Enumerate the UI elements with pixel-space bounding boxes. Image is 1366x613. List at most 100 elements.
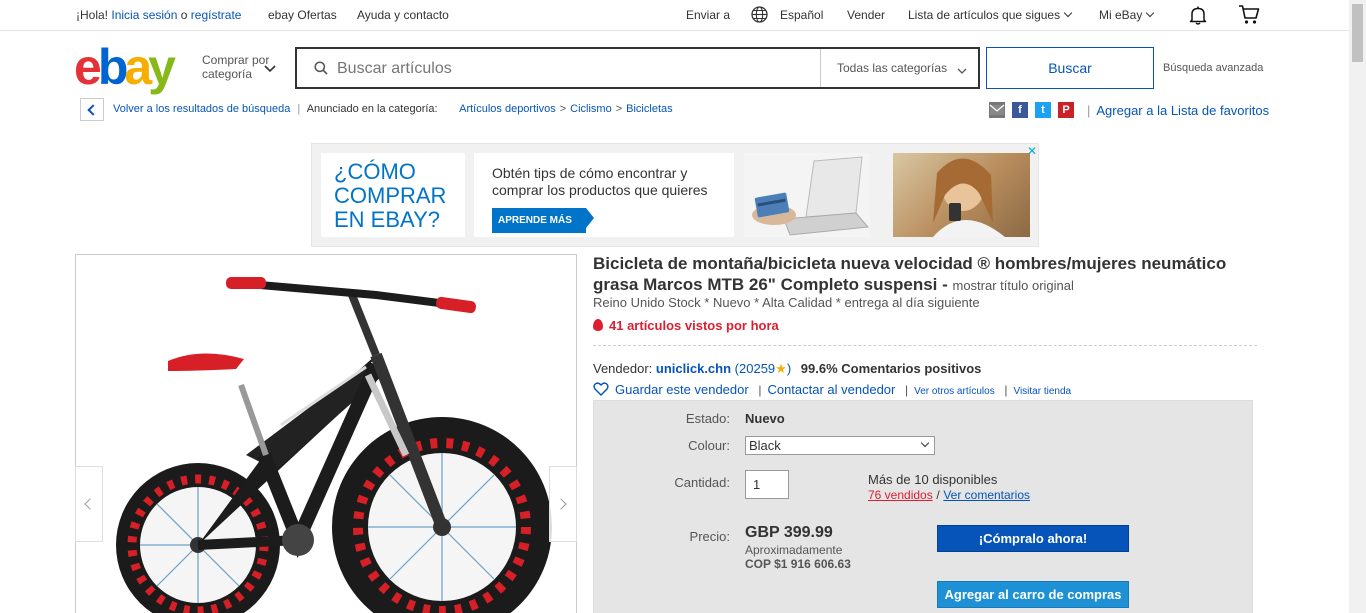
banner-body-line2: comprar los productos que quieres: [492, 182, 708, 198]
item-title-text: Bicicleta de montaña/bicicleta nueva vel…: [593, 254, 1227, 294]
colour-select[interactable]: Black: [745, 436, 935, 455]
reviews-link[interactable]: Ver comentarios: [943, 488, 1030, 502]
chevron-down-icon: [1063, 8, 1073, 18]
search-icon: [314, 61, 328, 75]
other-items-link[interactable]: Ver otros artículos: [914, 386, 995, 397]
colour-selected-value: Black: [749, 438, 781, 453]
availability: Más de 10 disponibles 76 vendidos / Ver …: [868, 472, 1031, 502]
my-ebay-menu[interactable]: Mi eBay: [1099, 8, 1155, 22]
register-link[interactable]: regístrate: [191, 8, 242, 22]
banner-woman-phone-image: [893, 153, 1030, 237]
banner-cta-button[interactable]: APRENDE MÁS: [492, 208, 594, 233]
back-to-results-link[interactable]: Volver a los resultados de búsqueda: [113, 103, 290, 115]
back-button[interactable]: [80, 98, 104, 121]
approx-price: Aproximadamente COP $1 916 606.63: [745, 543, 851, 571]
condition-value: Nuevo: [745, 411, 785, 426]
advanced-search-link[interactable]: Búsqueda avanzada: [1163, 62, 1263, 74]
add-to-watchlist-label: Agregar a la Lista de favoritos: [1096, 103, 1270, 118]
seller-label: Vendedor:: [593, 361, 653, 376]
pinterest-icon[interactable]: P: [1058, 102, 1074, 118]
page-scrollbar[interactable]: [1349, 0, 1366, 613]
my-ebay-label: Mi eBay: [1099, 8, 1143, 22]
deals-link[interactable]: ebay Ofertas: [268, 8, 337, 22]
positive-feedback: 99.6% Comentarios positivos: [800, 361, 982, 376]
divider: [593, 345, 1257, 346]
banner-body-line1: Obtén tips de cómo encontrar y: [492, 165, 688, 181]
divider: |: [297, 103, 301, 115]
cart-icon[interactable]: [1238, 4, 1260, 28]
gallery-next-button[interactable]: [549, 466, 577, 542]
chevron-down-icon[interactable]: [957, 62, 967, 80]
fire-icon: [593, 319, 603, 331]
banner-laptop-image: [744, 153, 870, 237]
purchase-panel: [593, 400, 1253, 613]
shop-by-category-line2: categoría: [202, 67, 253, 81]
banner-headline: ¿CÓMO COMPRAR EN EBAY?: [321, 153, 465, 237]
seller-info: Vendedor: uniclick.chn (20259★) 99.6% Co…: [593, 361, 982, 376]
chevron-right-icon: [555, 498, 567, 510]
gallery-prev-button[interactable]: [75, 466, 103, 542]
search-input[interactable]: Buscar artículos: [337, 60, 452, 78]
feedback-count-link[interactable]: 20259: [739, 361, 775, 376]
chevron-down-icon: [920, 438, 930, 448]
add-to-cart-button[interactable]: Agregar al carro de compras: [937, 581, 1129, 608]
colour-label: Colour:: [688, 438, 730, 453]
watchlist-label: Lista de artículos que sigues: [908, 8, 1061, 22]
ad-close-icon[interactable]: ✕: [1027, 145, 1039, 157]
show-original-title-link[interactable]: mostrar título original: [953, 278, 1074, 293]
bell-icon[interactable]: [1188, 5, 1208, 28]
sold-count-link[interactable]: 76 vendidos: [868, 488, 933, 502]
category-select[interactable]: Todas las categorías: [837, 61, 947, 75]
breadcrumb: Volver a los resultados de búsqueda | An…: [113, 103, 673, 115]
seller-name-link[interactable]: uniclick.chn: [656, 361, 731, 376]
views-per-hour: 41 artículos vistos por hora: [593, 318, 779, 333]
price-label: Precio:: [689, 529, 730, 544]
item-subtitle: Reino Unido Stock * Nuevo * Alta Calidad…: [593, 295, 980, 310]
help-link[interactable]: Ayuda y contacto: [357, 8, 449, 22]
ship-to-link[interactable]: Enviar a: [686, 8, 730, 22]
buy-now-button[interactable]: ¡Cómpralo ahora!: [937, 525, 1129, 552]
save-seller-link[interactable]: Guardar este vendedor: [615, 382, 749, 397]
globe-icon[interactable]: [751, 6, 768, 26]
breadcrumb-item-sports[interactable]: Artículos deportivos: [459, 103, 556, 115]
chevron-down-icon[interactable]: [264, 60, 276, 78]
star-icon: ★: [775, 361, 787, 376]
email-share-icon[interactable]: [989, 102, 1005, 118]
breadcrumb-item-bicycles[interactable]: Bicicletas: [626, 103, 672, 115]
approx-value: COP $1 916 606.63: [745, 557, 851, 571]
search-bar: Buscar artículos Todas las categorías: [295, 47, 980, 89]
greeting-text: ¡Hola!: [76, 8, 109, 22]
visit-store-link[interactable]: Visitar tienda: [1013, 386, 1071, 397]
seller-links: Guardar este vendedor | Contactar al vend…: [593, 381, 1071, 397]
quantity-input[interactable]: 1: [745, 470, 789, 499]
top-bar: ¡Hola! Inicia sesión o regístrate ebay O…: [0, 0, 1349, 31]
language-selector[interactable]: Español: [780, 8, 823, 22]
condition-label: Estado:: [685, 411, 730, 426]
contact-seller-link[interactable]: Contactar al vendedor: [767, 382, 895, 397]
ebay-logo[interactable]: ebay: [74, 42, 176, 92]
banner-body: Obtén tips de cómo encontrar y comprar l…: [474, 153, 734, 237]
shop-by-category[interactable]: Comprar por categoría: [202, 53, 269, 81]
signin-link[interactable]: Inicia sesión: [111, 8, 177, 22]
watchlist-menu[interactable]: Lista de artículos que sigues: [908, 8, 1073, 22]
twitter-icon[interactable]: t: [1035, 102, 1051, 118]
views-per-hour-text: 41 artículos vistos por hora: [609, 318, 779, 333]
listed-in-label: Anunciado en la categoría:: [306, 103, 438, 115]
item-title: Bicicleta de montaña/bicicleta nueva vel…: [593, 253, 1233, 296]
product-image[interactable]: [75, 254, 577, 613]
search-divider: [820, 49, 821, 87]
scrollbar-thumb[interactable]: [1352, 4, 1363, 62]
add-to-watchlist-link[interactable]: | Agregar a la Lista de favoritos: [1087, 103, 1269, 118]
quantity-label: Cantidad:: [674, 475, 730, 490]
sell-link[interactable]: Vender: [847, 8, 885, 22]
breadcrumb-item-cycling[interactable]: Ciclismo: [570, 103, 612, 115]
search-button[interactable]: Buscar: [986, 47, 1154, 89]
ad-banner[interactable]: ¿CÓMO COMPRAR EN EBAY? Obtén tips de cóm…: [311, 143, 1039, 247]
or-text: o: [180, 8, 188, 22]
heart-icon[interactable]: [593, 381, 609, 397]
banner-headline-line1: ¿CÓMO: [334, 159, 416, 184]
banner-headline-line3: EN EBAY?: [334, 207, 440, 232]
greeting: ¡Hola! Inicia sesión o regístrate: [76, 8, 241, 22]
facebook-icon[interactable]: f: [1012, 102, 1028, 118]
chevron-down-icon: [1146, 8, 1155, 18]
